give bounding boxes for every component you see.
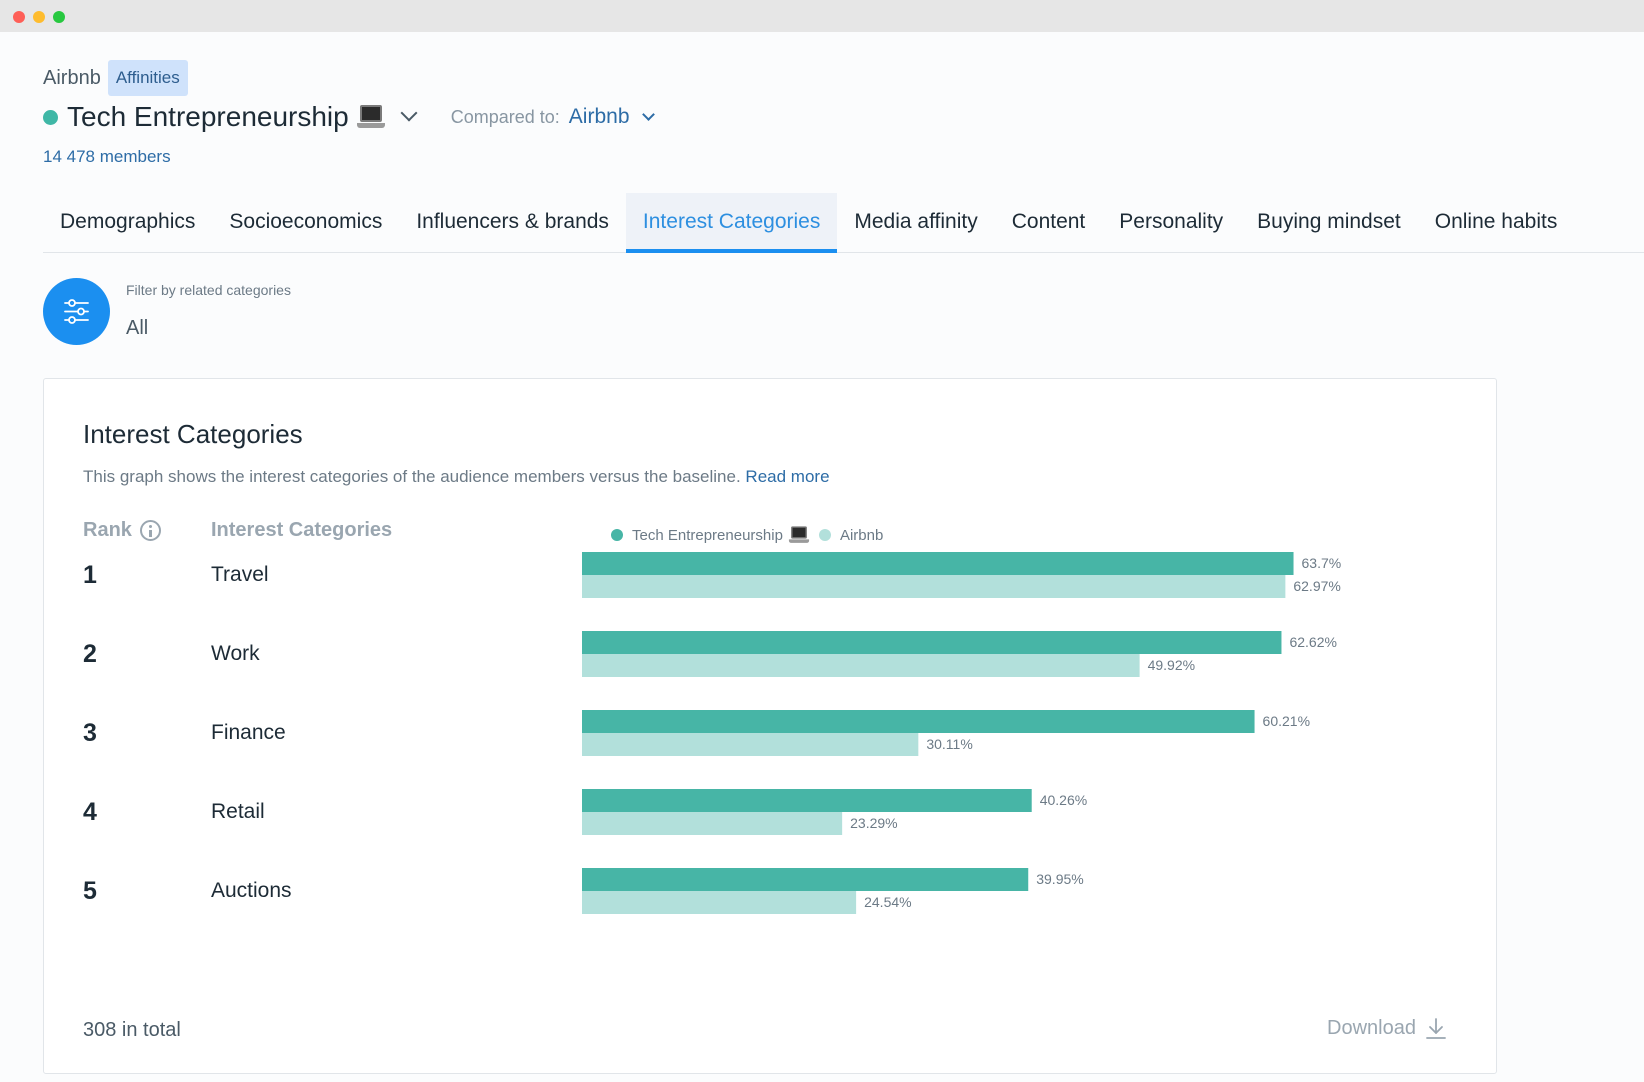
bar-audience[interactable] (582, 710, 1255, 733)
bar-label-audience: 60.21% (1263, 713, 1310, 729)
breadcrumb: Airbnb Affinities (43, 60, 188, 96)
bar-baseline[interactable] (582, 654, 1140, 677)
filter-value[interactable]: All (126, 317, 148, 340)
bar-label-audience: 62.62% (1289, 634, 1336, 650)
total-count: 308 in total (83, 1019, 181, 1041)
download-icon (1426, 1017, 1446, 1039)
tab-media-affinity[interactable]: Media affinity (837, 193, 994, 253)
maximize-window-button[interactable] (53, 11, 65, 23)
audience-dropdown-chevron-icon[interactable] (400, 104, 418, 122)
compared-dropdown-chevron-icon[interactable] (641, 107, 655, 121)
tab-online-habits[interactable]: Online habits (1418, 193, 1575, 253)
tab-socioeconomics[interactable]: Socioeconomics (212, 193, 399, 253)
tab-personality[interactable]: Personality (1102, 193, 1240, 253)
minimize-window-button[interactable] (33, 11, 45, 23)
interest-categories-card: Interest Categories This graph shows the… (43, 378, 1497, 1074)
bar-chart: 63.7% 62.97% 62.62% 49.92% 60.21% 30.11% 40.26… (582, 552, 1342, 914)
bar-label-audience: 39.95% (1036, 871, 1083, 887)
bar-label-baseline: 49.92% (1148, 657, 1195, 673)
title-bar (0, 0, 1644, 32)
laptop-icon (356, 104, 385, 130)
section-tabs: Demographics Socioeconomics Influencers … (43, 193, 1644, 253)
bar-baseline[interactable] (582, 733, 919, 756)
filter-button[interactable] (43, 278, 110, 345)
audience-color-dot (43, 109, 58, 125)
compared-to-label: Compared to: (450, 106, 560, 127)
bar-audience[interactable] (582, 789, 1032, 812)
compared-to-selector[interactable]: Airbnb (569, 105, 630, 129)
download-button[interactable]: Download (1327, 1017, 1446, 1040)
tab-buying-mindset[interactable]: Buying mindset (1240, 193, 1418, 253)
bar-label-baseline: 24.54% (864, 894, 911, 910)
tab-demographics[interactable]: Demographics (43, 193, 212, 253)
bar-baseline[interactable] (582, 812, 843, 835)
bar-label-audience: 40.26% (1040, 792, 1087, 808)
bar-audience[interactable] (582, 552, 1294, 575)
bar-audience[interactable] (582, 868, 1029, 891)
audience-header: Tech Entrepreneurship Compared to: Airbn… (43, 98, 655, 136)
bar-audience[interactable] (582, 631, 1282, 654)
download-label: Download (1327, 1017, 1416, 1039)
bar-baseline[interactable] (582, 891, 857, 914)
audience-title[interactable]: Tech Entrepreneurship (67, 101, 349, 133)
bar-label-baseline: 62.97% (1293, 578, 1340, 594)
bar-label-baseline: 30.11% (926, 736, 972, 752)
close-window-button[interactable] (13, 11, 25, 23)
bar-baseline[interactable] (582, 575, 1286, 598)
tab-interest-categories[interactable]: Interest Categories (625, 193, 838, 253)
tab-influencers-brands[interactable]: Influencers & brands (399, 193, 626, 253)
filter-label: Filter by related categories (126, 282, 291, 298)
tab-content[interactable]: Content (995, 193, 1103, 253)
bar-label-baseline: 23.29% (850, 815, 897, 831)
affinities-badge: Affinities (107, 60, 188, 96)
member-count[interactable]: 14 478 members (43, 147, 171, 167)
breadcrumb-app[interactable]: Airbnb (43, 67, 101, 90)
app-window: Airbnb Affinities Tech Entrepreneurship … (0, 0, 1644, 1082)
bar-label-audience: 63.7% (1302, 555, 1342, 571)
sliders-icon (64, 299, 89, 324)
